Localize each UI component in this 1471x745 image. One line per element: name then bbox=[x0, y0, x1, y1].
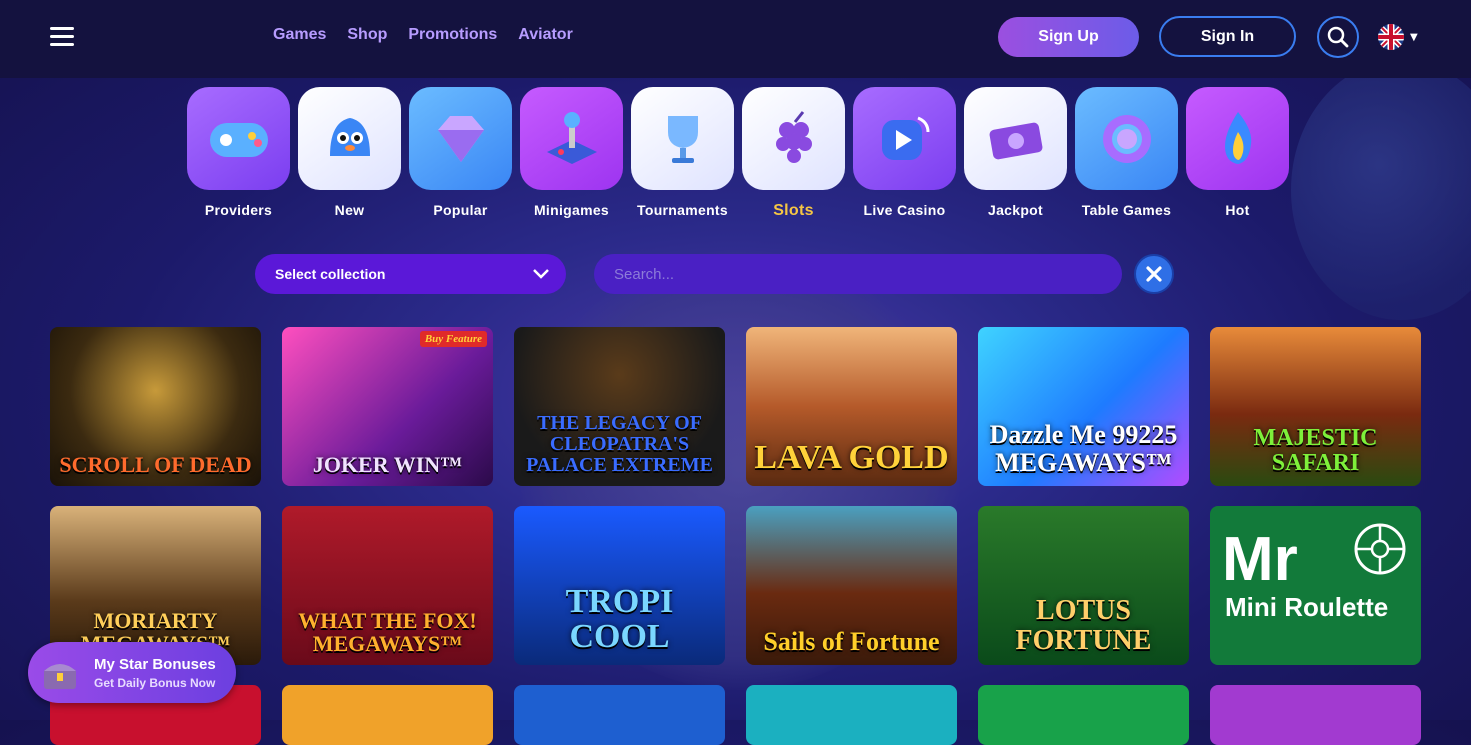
nav-aviator[interactable]: Aviator bbox=[518, 26, 573, 44]
category-label: Providers bbox=[204, 202, 273, 218]
joystick-icon bbox=[520, 87, 623, 190]
nav-promotions[interactable]: Promotions bbox=[408, 26, 497, 44]
category-label: Live Casino bbox=[863, 202, 946, 218]
game-abbreviation: Mr bbox=[1222, 525, 1298, 594]
collection-select[interactable]: Select collection bbox=[255, 254, 566, 294]
sign-up-button[interactable]: Sign Up bbox=[998, 17, 1139, 57]
category-slots[interactable]: Slots bbox=[742, 87, 845, 220]
close-icon bbox=[1146, 266, 1162, 282]
game-card[interactable]: LOTUS FORTUNE bbox=[978, 506, 1189, 665]
gamepad-icon bbox=[187, 87, 290, 190]
category-providers[interactable]: Providers bbox=[187, 87, 290, 220]
buy-feature-badge: Buy Feature bbox=[419, 331, 487, 347]
clear-search-button[interactable] bbox=[1134, 254, 1174, 294]
collection-select-label: Select collection bbox=[275, 266, 386, 282]
diamond-icon bbox=[409, 87, 512, 190]
bell-icon bbox=[298, 87, 401, 190]
category-popular[interactable]: Popular bbox=[409, 87, 512, 220]
language-selector[interactable]: ▼ bbox=[1378, 24, 1418, 50]
category-label: Slots bbox=[773, 202, 814, 219]
nav-games[interactable]: Games bbox=[273, 26, 326, 44]
game-card[interactable]: THE LEGACY OF CLEOPATRA'S PALACE EXTREME bbox=[514, 327, 725, 486]
game-title: THE LEGACY OF CLEOPATRA'S PALACE EXTREME bbox=[526, 412, 713, 476]
game-card[interactable]: Sails of Fortune bbox=[746, 506, 957, 665]
uk-flag-icon bbox=[1378, 24, 1404, 50]
game-card[interactable] bbox=[978, 685, 1189, 745]
flame-icon bbox=[1186, 87, 1289, 190]
category-new[interactable]: New bbox=[298, 87, 401, 220]
game-title: SCROLL OF DEAD bbox=[59, 451, 252, 477]
game-card[interactable]: Buy Feature JOKER WIN™ bbox=[282, 327, 493, 486]
game-title: WHAT THE FOX! MEGAWAYS™ bbox=[298, 607, 477, 656]
game-grid-partial-row bbox=[50, 685, 1421, 745]
category-label: Minigames bbox=[533, 202, 610, 218]
top-header: Games Shop Promotions Aviator Sign Up Si… bbox=[0, 0, 1471, 78]
category-label: Popular bbox=[433, 202, 488, 218]
game-card[interactable] bbox=[1210, 685, 1421, 745]
game-card[interactable]: WHAT THE FOX! MEGAWAYS™ bbox=[282, 506, 493, 665]
category-hot[interactable]: Hot bbox=[1186, 87, 1289, 220]
game-grid: SCROLL OF DEAD Buy Feature JOKER WIN™ TH… bbox=[50, 327, 1421, 665]
game-title: LAVA GOLD bbox=[754, 439, 949, 477]
play-icon bbox=[853, 87, 956, 190]
chevron-down-icon: ▼ bbox=[1410, 31, 1418, 43]
category-label: Jackpot bbox=[987, 202, 1043, 218]
background-planet bbox=[1291, 60, 1471, 320]
cash-icon bbox=[964, 87, 1067, 190]
game-title: TROPI COOL bbox=[565, 582, 674, 656]
game-title: LOTUS FORTUNE bbox=[1015, 595, 1152, 656]
game-card[interactable] bbox=[746, 685, 957, 745]
roulette-icon bbox=[1354, 523, 1406, 575]
category-label: New bbox=[334, 202, 365, 218]
game-card[interactable]: Dazzle Me 99225 MEGAWAYS™ bbox=[978, 327, 1189, 486]
game-card[interactable]: SCROLL OF DEAD bbox=[50, 327, 261, 486]
game-card[interactable]: TROPI COOL bbox=[514, 506, 725, 665]
chevron-down-icon bbox=[533, 269, 549, 279]
category-label: Table Games bbox=[1081, 202, 1172, 218]
game-card[interactable]: MAJESTIC SAFARI bbox=[1210, 327, 1421, 486]
game-title: Dazzle Me 99225 MEGAWAYS™ bbox=[989, 420, 1178, 477]
game-card[interactable] bbox=[514, 685, 725, 745]
game-title: JOKER WIN™ bbox=[312, 451, 463, 477]
bonus-title: My Star Bonuses bbox=[94, 655, 216, 673]
category-table-games[interactable]: Table Games bbox=[1075, 87, 1178, 220]
nav-shop[interactable]: Shop bbox=[347, 26, 387, 44]
category-live-casino[interactable]: Live Casino bbox=[853, 87, 956, 220]
category-label: Tournaments bbox=[637, 202, 728, 218]
main-nav: Games Shop Promotions Aviator bbox=[273, 26, 573, 44]
sign-in-button[interactable]: Sign In bbox=[1159, 16, 1296, 57]
game-title: MAJESTIC SAFARI bbox=[1253, 424, 1378, 476]
chip-icon bbox=[1075, 87, 1178, 190]
grapes-icon bbox=[742, 87, 845, 190]
game-card[interactable]: Mr Mini Roulette bbox=[1210, 506, 1421, 665]
game-card[interactable]: LAVA GOLD bbox=[746, 327, 957, 486]
game-title: Sails of Fortune bbox=[763, 626, 940, 656]
bonus-subtitle: Get Daily Bonus Now bbox=[94, 675, 216, 690]
category-minigames[interactable]: Minigames bbox=[520, 87, 623, 220]
menu-icon[interactable] bbox=[50, 27, 74, 46]
my-star-bonuses-button[interactable]: My Star Bonuses Get Daily Bonus Now bbox=[28, 642, 236, 703]
category-label: Hot bbox=[1225, 202, 1250, 218]
game-title: Mini Roulette bbox=[1225, 592, 1389, 622]
search-input[interactable] bbox=[594, 254, 1122, 294]
treasure-chest-icon bbox=[38, 651, 82, 695]
category-tournaments[interactable]: Tournaments bbox=[631, 87, 734, 220]
search-icon bbox=[1327, 26, 1349, 48]
game-card[interactable] bbox=[282, 685, 493, 745]
category-jackpot[interactable]: Jackpot bbox=[964, 87, 1067, 220]
trophy-icon bbox=[631, 87, 734, 190]
category-bar: Providers New Popular Minigames Tourname… bbox=[187, 87, 1289, 220]
search-button[interactable] bbox=[1317, 16, 1359, 58]
